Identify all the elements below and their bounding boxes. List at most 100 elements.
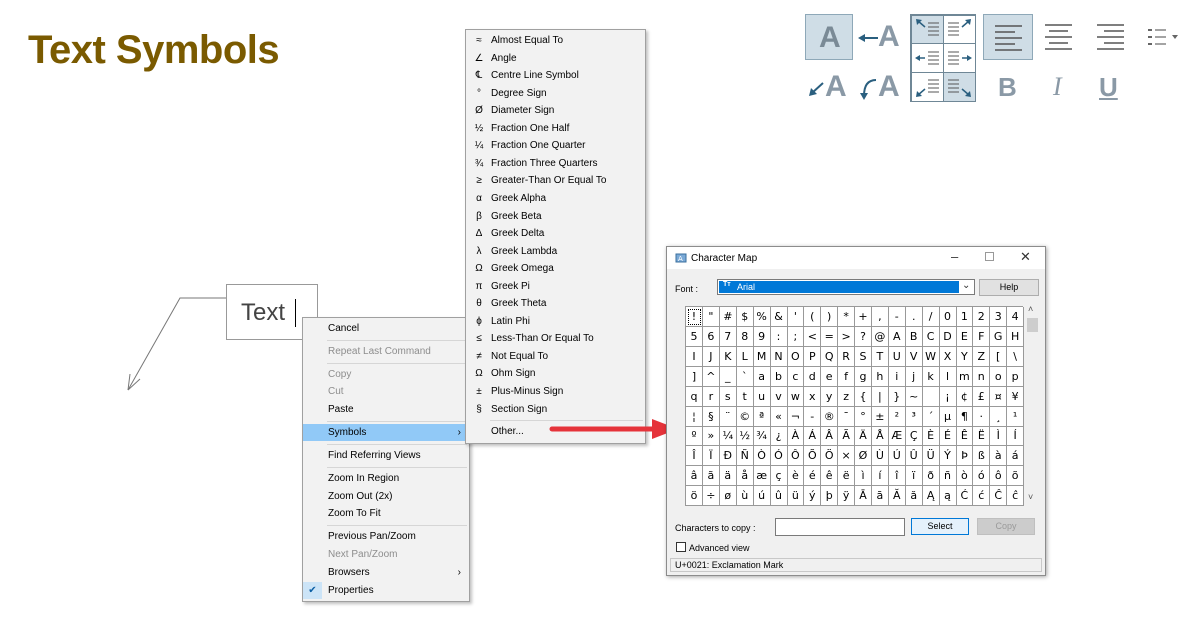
grid-cell[interactable]: é <box>804 466 822 487</box>
grid-cell[interactable]: þ <box>821 486 839 507</box>
grid-cell[interactable]: ï <box>905 466 923 487</box>
grid-cell[interactable]: ¿ <box>770 426 788 447</box>
grid-cell[interactable]: 4 <box>1007 307 1025 327</box>
grid-cell[interactable]: L <box>736 346 754 367</box>
grid-cell[interactable]: Ā <box>855 486 872 507</box>
grid-cell[interactable]: z <box>838 386 856 407</box>
symbol-menu-item[interactable]: ≥ Greater-Than Or Equal To <box>466 172 645 189</box>
grid-cell[interactable]: ì <box>855 466 872 487</box>
grid-cell[interactable]: ; <box>787 326 805 347</box>
grid-cell[interactable]: õ <box>1007 466 1025 487</box>
symbol-menu-item[interactable]: β Greek Beta <box>466 208 645 225</box>
attach-bottom-left-button[interactable] <box>911 72 944 102</box>
grid-cell[interactable]: D <box>939 326 957 347</box>
scrollbar-thumb[interactable] <box>1027 318 1038 332</box>
grid-cell[interactable]: £ <box>973 386 991 407</box>
menu-item-paste[interactable]: Paste <box>303 401 469 418</box>
grid-cell[interactable]: I <box>686 346 703 367</box>
grid-cell[interactable]: O <box>787 346 805 367</box>
grid-cell[interactable]: ¹ <box>1007 406 1025 427</box>
grid-cell[interactable]: Õ <box>804 446 822 467</box>
grid-cell[interactable]: ç <box>770 466 788 487</box>
grid-cell[interactable]: ü <box>787 486 805 507</box>
grid-cell[interactable]: Á <box>804 426 822 447</box>
symbol-menu-item[interactable]: Ω Ohm Sign <box>466 365 645 382</box>
grid-cell[interactable]: * <box>838 307 856 327</box>
grid-cell[interactable]: Í <box>1007 426 1025 447</box>
grid-cell[interactable]: ± <box>871 406 889 427</box>
menu-item-previous-pan-zoom[interactable]: Previous Pan/Zoom <box>303 528 469 545</box>
grid-cell[interactable]: S <box>855 346 872 367</box>
grid-cell[interactable]: F <box>973 326 991 347</box>
grid-cell[interactable]: Î <box>686 446 703 467</box>
grid-cell[interactable]: : <box>770 326 788 347</box>
grid-cell[interactable]: ó <box>973 466 991 487</box>
symbol-menu-item[interactable]: ℄ Centre Line Symbol <box>466 67 645 84</box>
grid-cell[interactable]: % <box>753 307 771 327</box>
grid-cell[interactable]: o <box>990 366 1008 387</box>
grid-cell[interactable]: ¯ <box>838 406 856 427</box>
menu-item-repeat-last-command[interactable]: Repeat Last Command <box>303 343 469 360</box>
symbol-menu-item[interactable]: ≠ Not Equal To <box>466 348 645 365</box>
grid-cell[interactable]: 7 <box>719 326 737 347</box>
grid-cell[interactable]: > <box>838 326 856 347</box>
grid-cell[interactable]: ā <box>871 486 889 507</box>
grid-cell[interactable]: A <box>888 326 906 347</box>
align-left-button[interactable] <box>983 14 1033 60</box>
grid-cell[interactable]: p <box>1007 366 1025 387</box>
grid-cell[interactable]: w <box>787 386 805 407</box>
grid-cell[interactable]: | <box>871 386 889 407</box>
menu-item-zoom-in-region[interactable]: Zoom In Region <box>303 470 469 487</box>
grid-cell[interactable]: H <box>1007 326 1025 347</box>
grid-cell[interactable]: è <box>787 466 805 487</box>
grid-cell[interactable]: Ó <box>770 446 788 467</box>
grid-cell[interactable]: ¡ <box>939 386 957 407</box>
grid-cell[interactable]: r <box>702 386 720 407</box>
grid-cell[interactable]: ) <box>821 307 839 327</box>
grid-cell[interactable]: ª <box>753 406 771 427</box>
grid-cell[interactable]: Ô <box>787 446 805 467</box>
grid-cell[interactable]: § <box>702 406 720 427</box>
text-leader-left-button[interactable]: A <box>856 14 906 60</box>
symbol-menu-item[interactable]: θ Greek Theta <box>466 295 645 312</box>
grid-cell[interactable]: Ã <box>838 426 856 447</box>
help-button[interactable]: Help <box>979 279 1039 296</box>
menu-item-browsers[interactable]: Browsers › <box>303 564 469 581</box>
grid-cell[interactable]: ý <box>804 486 822 507</box>
grid-cell[interactable]: N <box>770 346 788 367</box>
grid-cell[interactable]: Ą <box>922 486 940 507</box>
grid-cell[interactable]: ® <box>821 406 839 427</box>
grid-cell[interactable]: î <box>888 466 906 487</box>
grid-cell[interactable]: K <box>719 346 737 367</box>
grid-cell[interactable]: W <box>922 346 940 367</box>
symbol-menu-item[interactable]: ° Degree Sign <box>466 85 645 102</box>
grid-cell[interactable]: d <box>804 366 822 387</box>
grid-cell[interactable]: c <box>787 366 805 387</box>
grid-cell[interactable]: Ú <box>888 446 906 467</box>
grid-cell[interactable]: Þ <box>956 446 974 467</box>
grid-cell[interactable]: j <box>905 366 923 387</box>
symbol-menu-item[interactable]: Ø Diameter Sign <box>466 102 645 119</box>
symbol-menu-item[interactable]: ± Plus-Minus Sign <box>466 383 645 400</box>
grid-cell[interactable]: ÷ <box>702 486 720 507</box>
menu-item-copy[interactable]: Copy <box>303 366 469 383</box>
grid-cell[interactable]: ë <box>838 466 856 487</box>
grid-cell[interactable]: s <box>719 386 737 407</box>
grid-cell[interactable]: Ð <box>719 446 737 467</box>
grid-cell[interactable]: Æ <box>888 426 906 447</box>
grid-cell[interactable]: Ö <box>821 446 839 467</box>
grid-cell[interactable]: ~ <box>905 386 923 407</box>
grid-cell[interactable]: « <box>770 406 788 427</box>
select-button[interactable]: Select <box>911 518 969 535</box>
grid-cell[interactable]: 0 <box>939 307 957 327</box>
advanced-view-checkbox[interactable] <box>676 542 686 552</box>
grid-cell[interactable]: U <box>888 346 906 367</box>
maximize-button[interactable] <box>985 252 994 261</box>
grid-cell[interactable]: Ć <box>956 486 974 507</box>
grid-cell[interactable]: ø <box>719 486 737 507</box>
attach-bottom-right-button[interactable] <box>943 72 976 102</box>
grid-cell[interactable] <box>922 386 940 407</box>
symbol-menu-item[interactable]: Δ Greek Delta <box>466 225 645 242</box>
grid-cell[interactable]: à <box>990 446 1008 467</box>
grid-cell[interactable]: ' <box>787 307 805 327</box>
